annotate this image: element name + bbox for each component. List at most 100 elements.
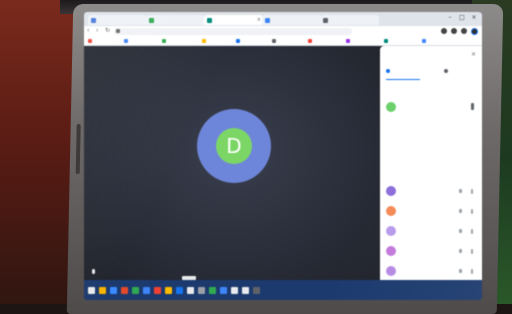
- bookmark-item[interactable]: [88, 38, 93, 44]
- bookmark-icon: [384, 39, 388, 43]
- bookmark-item[interactable]: [202, 38, 207, 44]
- participant-row[interactable]: [386, 184, 476, 198]
- people-icon: [386, 69, 390, 73]
- close-icon[interactable]: ×: [471, 51, 476, 58]
- browser-tab[interactable]: [320, 15, 379, 25]
- app-icon[interactable]: [132, 286, 139, 294]
- laptop-screen: × – □ × ‹ › ↻ D ×: [84, 12, 482, 300]
- edge-icon[interactable]: [110, 286, 117, 294]
- favicon-icon: [323, 17, 328, 23]
- tab-other[interactable]: [444, 68, 450, 73]
- bookmark-icon: [308, 39, 312, 43]
- people-icon: [444, 69, 448, 73]
- nav-buttons: ‹ › ↻: [87, 28, 111, 34]
- microphone-icon: [92, 269, 95, 274]
- bookmark-item[interactable]: [236, 38, 241, 44]
- avatar: [386, 246, 396, 256]
- bookmark-icon: [236, 39, 240, 43]
- bookmark-item[interactable]: [124, 38, 129, 44]
- file-explorer-icon[interactable]: [99, 286, 106, 294]
- bookmark-item[interactable]: [162, 38, 167, 44]
- tab-people[interactable]: [386, 68, 392, 73]
- more-vert-icon[interactable]: [471, 189, 473, 194]
- more-vert-icon[interactable]: [471, 269, 473, 274]
- laptop-hinge: [75, 124, 81, 174]
- app-icon[interactable]: [242, 286, 249, 294]
- avatar: [386, 266, 396, 276]
- browser-tab[interactable]: [262, 15, 321, 25]
- address-bar: ‹ › ↻: [84, 26, 482, 37]
- extension-icon[interactable]: [461, 28, 467, 34]
- favicon-icon: [207, 17, 212, 23]
- chrome-icon[interactable]: [143, 286, 150, 294]
- app-icon[interactable]: [198, 286, 205, 294]
- bookmark-icon: [346, 39, 350, 43]
- browser-tab[interactable]: [88, 15, 147, 25]
- video-call-stage: D: [84, 46, 380, 280]
- microphone-icon: [459, 209, 462, 213]
- participant-row[interactable]: [386, 264, 476, 278]
- bookmark-icon: [162, 39, 166, 43]
- participant-row[interactable]: [386, 204, 476, 218]
- windows-taskbar: [84, 276, 482, 300]
- bookmarks-bar: [84, 37, 482, 46]
- more-vert-icon[interactable]: [471, 229, 473, 234]
- forward-icon[interactable]: ›: [96, 28, 102, 34]
- microphone-icon: [459, 249, 462, 253]
- start-icon[interactable]: [88, 286, 95, 294]
- favicon-icon: [265, 17, 270, 23]
- more-vert-icon[interactable]: [471, 103, 474, 110]
- room-left-wall: [0, 0, 78, 314]
- people-panel: ×: [380, 46, 482, 280]
- close-window-icon[interactable]: ×: [470, 14, 478, 22]
- app-icon[interactable]: [154, 286, 161, 294]
- taskbar-tooltip: [182, 276, 196, 280]
- bookmark-icon: [272, 39, 276, 43]
- favicon-icon: [149, 17, 154, 23]
- minimize-icon[interactable]: –: [446, 14, 454, 22]
- bookmark-item[interactable]: [422, 38, 427, 44]
- host-participant-row[interactable]: [386, 100, 476, 114]
- microphone-icon: [459, 269, 462, 273]
- participant-row[interactable]: [386, 244, 476, 258]
- microphone-icon: [459, 189, 462, 193]
- url-field[interactable]: [114, 28, 352, 35]
- browser-tab-bar: × – □ ×: [84, 12, 482, 26]
- extension-icon[interactable]: [441, 28, 447, 34]
- extension-icon[interactable]: [451, 28, 457, 34]
- extension-icons: [441, 28, 478, 35]
- bookmark-icon: [422, 39, 426, 43]
- participant-avatar: D: [216, 128, 252, 164]
- bookmark-icon: [88, 39, 92, 43]
- back-icon[interactable]: ‹: [87, 28, 93, 34]
- avatar: [386, 102, 396, 112]
- bookmark-item[interactable]: [346, 38, 351, 44]
- window-controls: – □ ×: [446, 14, 478, 22]
- reload-icon[interactable]: ↻: [105, 28, 111, 34]
- bookmark-item[interactable]: [384, 38, 389, 44]
- more-vert-icon[interactable]: [471, 209, 473, 214]
- app-icon[interactable]: [165, 286, 172, 294]
- app-icon[interactable]: [176, 286, 183, 294]
- browser-tab-active[interactable]: ×: [204, 15, 263, 25]
- browser-tab[interactable]: [146, 15, 205, 25]
- close-icon[interactable]: ×: [257, 15, 261, 25]
- participant-row[interactable]: [386, 224, 476, 238]
- app-icon[interactable]: [231, 286, 238, 294]
- bookmark-item[interactable]: [308, 38, 313, 44]
- favicon-icon: [91, 17, 96, 23]
- maximize-icon[interactable]: □: [458, 14, 466, 22]
- active-tab-underline: [386, 79, 420, 80]
- more-vert-icon[interactable]: [471, 249, 473, 254]
- bookmark-item[interactable]: [272, 38, 277, 44]
- app-icon[interactable]: [220, 286, 227, 294]
- app-icon[interactable]: [209, 286, 216, 294]
- app-icon[interactable]: [121, 286, 128, 294]
- app-icon[interactable]: [253, 286, 260, 294]
- avatar: [386, 186, 396, 196]
- app-icon[interactable]: [187, 286, 194, 294]
- bookmark-icon: [124, 39, 128, 43]
- profile-avatar[interactable]: [471, 28, 478, 35]
- bookmark-icon: [202, 39, 206, 43]
- microphone-icon: [459, 229, 462, 233]
